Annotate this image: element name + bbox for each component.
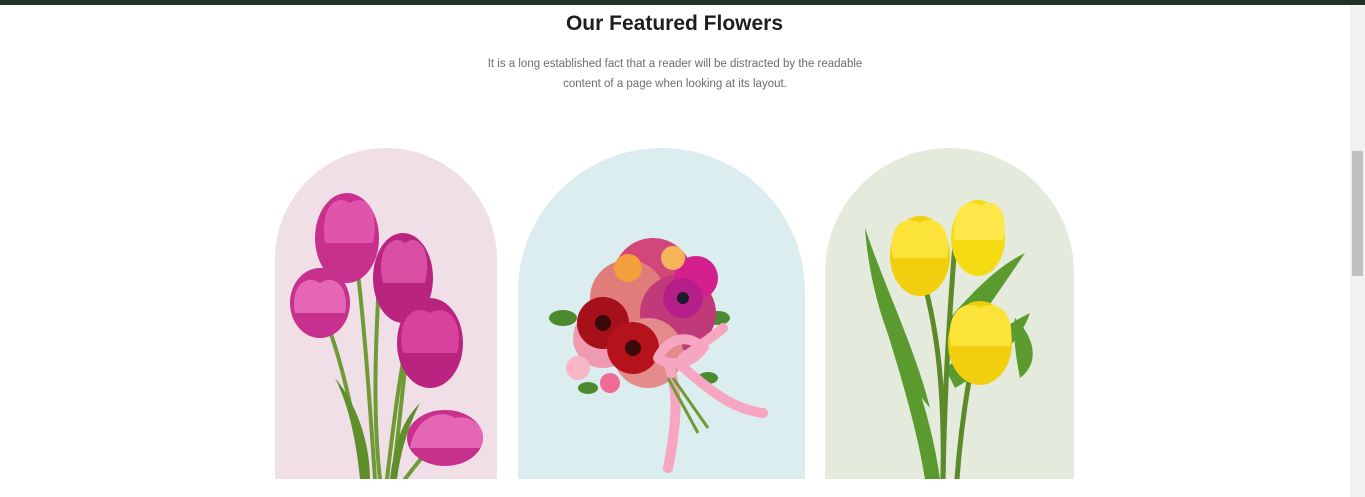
scrollbar-thumb[interactable] xyxy=(1352,151,1363,276)
yellow-tulips-image xyxy=(865,200,1033,479)
top-bar xyxy=(0,0,1365,5)
pink-tulips-image xyxy=(290,193,484,479)
section-title: Our Featured Flowers xyxy=(565,12,784,35)
mixed-bouquet-image xyxy=(549,238,768,473)
section-description: It is a long established fact that a rea… xyxy=(487,58,863,90)
featured-flower-card-yellow-tulips[interactable] xyxy=(825,148,1074,479)
featured-flower-card-mixed-bouquet[interactable] xyxy=(518,148,805,479)
featured-flower-card-pink-tulips[interactable] xyxy=(275,148,497,479)
page-scrollbar[interactable] xyxy=(1350,5,1365,497)
